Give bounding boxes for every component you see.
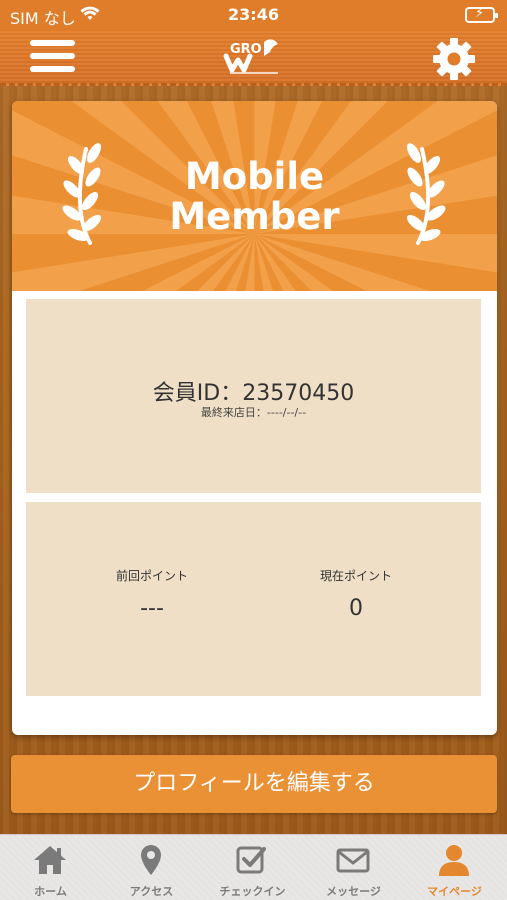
current-points-value: 0 [349,596,363,621]
card-header: Mobile Member [12,101,497,291]
hamburger-menu-icon[interactable] [30,40,75,76]
tab-bar: ホーム アクセス チェックイン メッセージ マイページ [0,834,507,900]
mail-icon [336,848,370,873]
checkin-icon [236,846,266,874]
svg-text:GRO: GRO [230,42,262,57]
previous-points-value: --- [140,596,164,621]
gear-icon[interactable] [431,36,477,82]
tab-messages-label: メッセージ [326,885,381,898]
tab-mypage[interactable]: マイページ [404,835,505,900]
member-id: 会員ID：23570450 [152,381,355,406]
member-card: Mobile Member 会員ID：23570450 最終来店日：----/-… [12,101,497,735]
previous-points-label: 前回ポイント [115,569,188,583]
tab-checkin[interactable]: チェックイン [202,835,303,900]
map-pin-icon [141,845,161,875]
person-icon [439,845,469,876]
edit-profile-button[interactable]: プロフィールを編集する [11,755,497,813]
laurel-right-icon [406,143,446,245]
tab-messages[interactable]: メッセージ [303,835,404,900]
battery-icon: ⚡ [465,6,498,23]
member-info-panel: 会員ID：23570450 最終来店日：----/--/-- [26,299,481,493]
nav-bar: GRO [0,30,507,86]
tab-checkin-label: チェックイン [219,885,286,898]
last-visit-date: 最終来店日：----/--/-- [200,406,307,419]
tab-mypage-label: マイページ [427,885,482,898]
tab-access[interactable]: アクセス [101,835,202,900]
home-icon [34,846,66,874]
tab-home[interactable]: ホーム [0,835,101,900]
tab-home-label: ホーム [34,885,67,898]
grow-logo[interactable]: GRO [222,36,286,76]
points-panel: 前回ポイント --- 現在ポイント 0 [26,502,481,696]
clock: 23:46 [228,5,279,24]
current-points-label: 現在ポイント [319,569,392,583]
tab-access-label: アクセス [129,885,174,898]
status-bar: SIM なし 23:46 ⚡ [0,0,507,30]
